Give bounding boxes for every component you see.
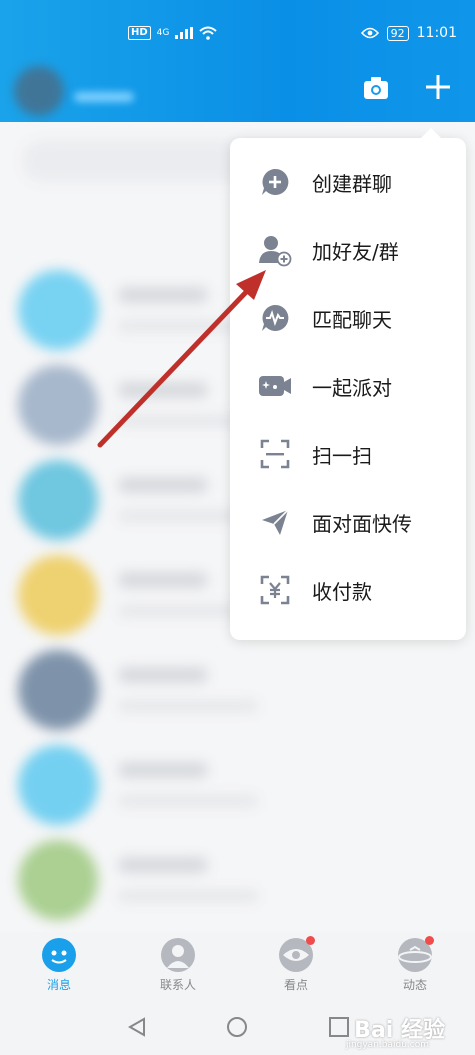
menu-item-label: 面对面快传 xyxy=(312,511,412,536)
messages-icon xyxy=(42,938,76,972)
notification-dot xyxy=(425,936,434,945)
send-paper-plane-icon xyxy=(258,505,292,539)
nav-label: 动态 xyxy=(402,978,427,992)
hd-badge: HD xyxy=(128,26,151,40)
menu-item-label: 收付款 xyxy=(312,579,372,604)
party-icon xyxy=(258,369,292,403)
menu-item-face-transfer[interactable]: 面对面快传 xyxy=(230,488,466,556)
scan-icon xyxy=(258,437,292,471)
camera-icon[interactable] xyxy=(362,74,390,102)
contacts-icon xyxy=(161,938,195,972)
bottom-nav: 消息 联系人 看点 动态 xyxy=(0,932,475,1000)
add-friend-icon xyxy=(258,233,292,267)
status-left: HD 4G xyxy=(128,26,218,40)
eye-icon xyxy=(360,27,379,39)
home-icon[interactable] xyxy=(226,1016,248,1038)
nav-label: 看点 xyxy=(283,978,308,992)
planet-icon xyxy=(398,936,434,972)
menu-item-label: 创建群聊 xyxy=(312,171,392,196)
back-icon[interactable] xyxy=(126,1016,148,1038)
signal-icon xyxy=(175,27,194,39)
status-time: 11:01 xyxy=(416,25,457,41)
menu-item-party[interactable]: 一起派对 xyxy=(230,352,466,420)
eye-tab-icon xyxy=(279,936,315,972)
add-menu-popup: 创建群聊 加好友/群 匹配聊天 一起派对 扫一扫 面对面快传 收付款 xyxy=(230,128,466,640)
recents-icon[interactable] xyxy=(328,1016,350,1038)
status-right: 92 11:01 xyxy=(360,25,457,41)
menu-item-label: 一起派对 xyxy=(312,375,392,400)
chat-plus-icon xyxy=(258,165,292,199)
menu-item-match-chat[interactable]: 匹配聊天 xyxy=(230,284,466,352)
battery-level: 92 xyxy=(386,25,409,41)
nav-tab-messages[interactable]: 消息 xyxy=(29,938,89,993)
nav-tab-contacts[interactable]: 联系人 xyxy=(148,938,208,993)
nav-tab-discover[interactable]: 看点 xyxy=(266,936,326,993)
menu-item-label: 加好友/群 xyxy=(312,239,399,264)
nav-label: 消息 xyxy=(46,978,71,992)
profile-name-blurred xyxy=(74,92,134,102)
avatar[interactable] xyxy=(14,66,64,116)
watermark-url: jingyan.baidu.com xyxy=(345,1040,429,1050)
network-label: 4G xyxy=(156,28,170,38)
menu-item-label: 匹配聊天 xyxy=(312,307,392,332)
nav-label: 联系人 xyxy=(159,978,196,992)
menu-item-add-friend[interactable]: 加好友/群 xyxy=(230,216,466,284)
menu-item-label: 扫一扫 xyxy=(312,443,372,468)
wifi-icon xyxy=(199,26,218,40)
status-bar: HD 4G 92 11:01 xyxy=(0,22,475,50)
payment-icon xyxy=(258,573,292,607)
nav-tab-moments[interactable]: 动态 xyxy=(385,936,445,993)
system-nav-bar: Bai 经验 jingyan.baidu.com xyxy=(0,1000,475,1055)
match-chat-icon xyxy=(258,301,292,335)
menu-item-create-group[interactable]: 创建群聊 xyxy=(230,148,466,216)
notification-dot xyxy=(306,936,315,945)
plus-icon[interactable] xyxy=(423,72,453,102)
top-header: HD 4G 92 11:01 xyxy=(0,0,475,122)
menu-item-payment[interactable]: 收付款 xyxy=(230,556,466,624)
menu-item-scan[interactable]: 扫一扫 xyxy=(230,420,466,488)
